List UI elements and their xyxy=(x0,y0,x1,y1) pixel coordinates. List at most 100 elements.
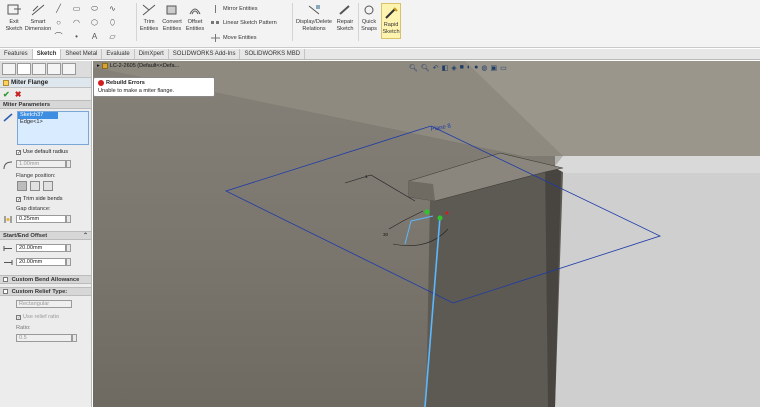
plane-tool-icon[interactable]: ▱ xyxy=(108,32,117,41)
edit-appearance-icon[interactable]: ● xyxy=(474,64,478,71)
dimension-value-1[interactable]: 1 xyxy=(365,174,368,179)
checkbox-checked-icon: ✓ xyxy=(16,149,22,156)
error-icon xyxy=(98,80,104,86)
graphics-area[interactable]: Plane 8 1 30 ▸ LC-2-2605 (Default<<Defa.… xyxy=(93,61,760,407)
property-manager-panel: Miter Flange ✔ ✖ Miter Parameters Sketch… xyxy=(0,61,92,407)
end-offset-icon xyxy=(4,260,13,265)
bend-radius-icon xyxy=(3,161,13,170)
cancel-x-icon[interactable]: ✖ xyxy=(15,90,22,99)
move-entities-button[interactable]: Move Entities xyxy=(211,34,257,42)
flange-position-label: Flange position: xyxy=(16,173,56,179)
custom-bend-allowance-checkbox[interactable] xyxy=(3,276,8,282)
custom-relief-body: Rectangular ✓ Use relief ratio Ratio: 0.… xyxy=(0,296,91,354)
gap-distance-field[interactable]: 0.25mm xyxy=(16,215,66,223)
start-end-offset-group[interactable]: Start/End Offset ⌃ xyxy=(0,231,91,240)
custom-relief-type-group[interactable]: Custom Relief Type: xyxy=(0,287,91,296)
use-default-radius-checkbox[interactable]: ✓ Use default radius xyxy=(16,149,68,155)
selection-list[interactable]: Sketch37 Edge<1> xyxy=(17,111,89,145)
ellipse-tool-icon[interactable]: ⬯ xyxy=(108,18,117,27)
display-style-icon[interactable]: ■ xyxy=(460,64,464,71)
miter-parameters-group[interactable]: Miter Parameters xyxy=(0,100,91,109)
trim-side-bends-checkbox[interactable]: ✓ Trim side bends xyxy=(16,196,63,202)
view-orientation-icon[interactable]: ◈ xyxy=(451,64,456,72)
gap-distance-label: Gap distance: xyxy=(16,206,51,212)
monitor-icon[interactable]: ▭ xyxy=(500,64,507,72)
tab-dimxpert[interactable]: DimXpert xyxy=(135,49,169,59)
section-view-icon[interactable]: ◧ xyxy=(442,64,449,72)
zoom-to-fit-icon[interactable]: 🔍︎ xyxy=(409,64,418,72)
ratio-label: Ratio: xyxy=(16,325,31,331)
rapid-sketch-icon xyxy=(385,7,398,19)
gap-distance-spinner[interactable] xyxy=(66,215,71,223)
quick-snaps-button[interactable]: Quick Snaps xyxy=(361,3,377,33)
end-offset-field[interactable]: 20.00mm xyxy=(16,258,66,266)
tab-features[interactable]: Features xyxy=(0,49,33,59)
relief-ratio-spinner[interactable] xyxy=(72,334,77,342)
sketch-point-red[interactable] xyxy=(445,211,449,215)
selection-sketch-item[interactable]: Sketch37 xyxy=(18,112,58,119)
zoom-to-area-icon[interactable]: 🔍︎ xyxy=(421,64,430,72)
previous-view-icon[interactable]: ↶ xyxy=(433,64,439,72)
slot-tool-icon[interactable]: ⬭ xyxy=(90,4,99,13)
start-offset-spinner[interactable] xyxy=(66,244,71,252)
relief-type-select[interactable]: Rectangular xyxy=(16,300,72,308)
point-tool-icon[interactable]: • xyxy=(72,32,81,41)
display-manager-tab-icon[interactable] xyxy=(62,63,76,75)
repair-sketch-button[interactable]: Repair Sketch xyxy=(335,3,355,33)
custom-bend-allowance-group[interactable]: Custom Bend Allowance xyxy=(0,275,91,284)
tab-solidworks-add-ins[interactable]: SOLIDWORKS Add-Ins xyxy=(169,49,241,59)
rapid-sketch-button[interactable]: Rapid Sketch xyxy=(381,3,401,39)
bend-radius-field[interactable]: 1.00mm xyxy=(16,160,66,168)
linear-sketch-pattern-button[interactable]: Linear Sketch Pattern xyxy=(211,19,277,27)
bend-outside-button[interactable] xyxy=(43,181,53,191)
tab-solidworks-mbd[interactable]: SOLIDWORKS MBD xyxy=(240,49,306,59)
expand-arrow-icon[interactable]: ▸ xyxy=(97,63,100,69)
exit-sketch-button[interactable]: Exit Sketch xyxy=(3,3,25,33)
material-outside-button[interactable] xyxy=(30,181,40,191)
dimension-value-2[interactable]: 30 xyxy=(383,232,389,237)
offset-entities-button[interactable]: Offset Entities xyxy=(185,3,205,33)
polygon-tool-icon[interactable]: ⬡ xyxy=(90,18,99,27)
sketch-point-green[interactable] xyxy=(424,209,430,215)
gap-distance-icon xyxy=(4,216,12,223)
text-tool-icon[interactable]: A xyxy=(90,32,99,41)
use-relief-ratio-checkbox[interactable]: ✓ Use relief ratio xyxy=(16,314,59,320)
dimxpert-manager-tab-icon[interactable] xyxy=(47,63,61,75)
feature-manager-tab-icon[interactable] xyxy=(2,63,16,75)
selected-sketch-profile[interactable] xyxy=(404,215,434,245)
arc-tool-icon[interactable]: ◠ xyxy=(72,18,81,27)
configuration-manager-tab-icon[interactable] xyxy=(32,63,46,75)
end-offset-spinner[interactable] xyxy=(66,258,71,266)
view-settings-icon[interactable]: ▣ xyxy=(490,64,497,72)
ok-cancel-row: ✔ ✖ xyxy=(0,88,91,100)
spline-tool-icon[interactable]: ∿ xyxy=(108,4,117,13)
start-offset-field[interactable]: 20.00mm xyxy=(16,244,66,252)
mirror-entities-button[interactable]: Mirror Entities xyxy=(211,5,258,13)
ok-check-icon[interactable]: ✔ xyxy=(3,90,10,99)
trim-entities-button[interactable]: Trim Entities xyxy=(139,3,159,33)
custom-relief-type-checkbox[interactable] xyxy=(3,288,8,294)
tab-evaluate[interactable]: Evaluate xyxy=(102,49,135,59)
property-manager-tab-icon[interactable] xyxy=(17,63,31,75)
selection-edge-item[interactable]: Edge<1> xyxy=(18,119,88,126)
rectangle-tool-icon[interactable]: ▭ xyxy=(72,4,81,13)
hide-show-items-icon[interactable]: ◐ xyxy=(467,64,471,71)
feature-tree-flyout[interactable]: ▸ LC-2-2605 (Default<<Defa... xyxy=(97,63,179,69)
bend-radius-spinner[interactable] xyxy=(66,160,71,168)
exit-sketch-icon xyxy=(7,4,21,15)
convert-entities-button[interactable]: Convert Entities xyxy=(161,3,183,33)
circle-tool-icon[interactable]: ○ xyxy=(54,18,63,27)
line-tool-icon[interactable]: ╱ xyxy=(54,4,63,13)
smart-dimension-button[interactable]: Smart Dimension xyxy=(25,3,51,33)
fillet-tool-icon[interactable]: ⌒ xyxy=(54,32,63,41)
display-delete-relations-button[interactable]: Display/Delete Relations xyxy=(296,3,332,33)
checkbox-checked-icon: ✓ xyxy=(16,196,22,203)
sketch-point-green-2[interactable] xyxy=(437,215,443,221)
move-entities-icon xyxy=(211,34,220,42)
tab-sheet-metal[interactable]: Sheet Metal xyxy=(61,49,103,59)
apply-scene-icon[interactable]: ◍ xyxy=(481,64,487,72)
edge-selection-icon xyxy=(3,113,13,122)
material-inside-button[interactable] xyxy=(17,181,27,191)
tab-sketch[interactable]: Sketch xyxy=(32,49,62,59)
relief-ratio-field[interactable]: 0.5 xyxy=(16,334,72,342)
